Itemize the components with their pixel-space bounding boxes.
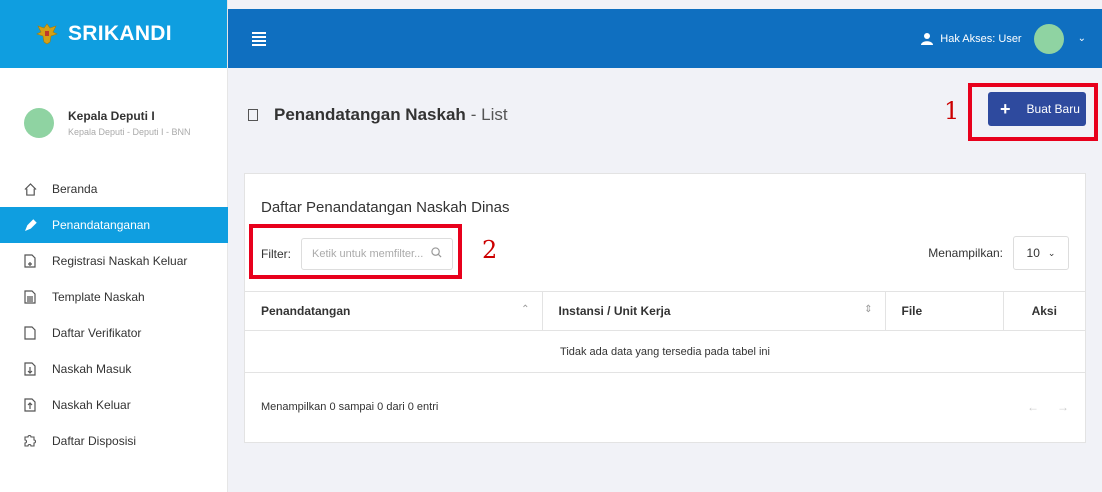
column-header-aksi: Aksi [1003,291,1085,331]
sidebar: SRIKANDI Kepala Deputi I Kepala Deputi -… [0,0,228,492]
hamburger-menu-icon[interactable] [252,31,266,46]
sidebar-item-label: Penandatanganan [52,218,151,232]
file-plus-icon [22,253,38,269]
garuda-emblem-icon [36,23,58,45]
sidebar-item-label: Daftar Verifikator [52,326,142,340]
prev-page-icon[interactable]: ← [1027,400,1039,414]
sidebar-item-penandatanganan[interactable]: Penandatanganan [0,207,228,243]
pen-icon [22,217,38,233]
next-page-icon[interactable]: → [1057,400,1069,414]
avatar [24,108,54,138]
page-title-main: Penandatangan Naskah [274,105,466,124]
chevron-down-icon[interactable]: ⌄ [1078,33,1086,44]
page-title: Penandatangan Naskah - List [248,105,508,125]
sort-asc-icon: ⌃ [521,304,530,315]
chevron-down-icon: ⌄ [1047,247,1056,258]
page-size-select[interactable]: 10 ⌄ [1013,236,1069,270]
top-navbar: Hak Akses: User ⌄ [228,9,1102,68]
annotation-number-2: 2 [482,236,498,264]
file-check-icon [22,325,38,341]
sidebar-item-label: Template Naskah [52,290,145,304]
sidebar-item-template-naskah[interactable]: Template Naskah [0,279,228,315]
annotation-number-1: 1 [944,97,960,125]
sidebar-item-registrasi-naskah-keluar[interactable]: Registrasi Naskah Keluar [0,243,228,279]
page-title-sub: - List [470,105,508,124]
file-out-icon [22,397,38,413]
sidebar-item-daftar-disposisi[interactable]: Daftar Disposisi [0,423,228,459]
sidebar-item-label: Registrasi Naskah Keluar [52,254,188,268]
page-doc-icon [248,109,258,121]
empty-table-message: Tidak ada data yang tersedia pada tabel … [245,330,1085,373]
sidebar-item-label: Daftar Disposisi [52,434,137,448]
file-in-icon [22,361,38,377]
page-size-row: Menampilkan: 10 ⌄ [928,236,1069,270]
sort-both-icon: ⇕ [864,304,873,315]
column-header-penandatangan[interactable]: Penandatangan ⌃ [245,291,543,331]
annotation-box-2 [249,224,462,279]
card-title: Daftar Penandatangan Naskah Dinas [261,199,510,216]
brand-name: SRIKANDI [68,22,172,45]
display-label: Menampilkan: [928,246,1003,260]
access-label: Hak Akses: User [940,32,1022,45]
sidebar-item-label: Naskah Masuk [52,362,132,376]
column-header-instansi[interactable]: Instansi / Unit Kerja ⇕ [542,291,886,331]
brand-header[interactable]: SRIKANDI [0,0,227,68]
annotation-box-1 [968,83,1098,141]
user-avatar[interactable] [1033,23,1064,54]
sidebar-menu: Beranda Penandatanganan Registrasi Naska… [0,171,228,459]
table-info: Menampilkan 0 sampai 0 dari 0 entri [261,401,439,413]
sidebar-item-naskah-keluar[interactable]: Naskah Keluar [0,387,228,423]
sidebar-item-label: Beranda [52,182,98,196]
user-icon [921,32,934,45]
column-header-file: File [885,291,1004,331]
table-row: Tidak ada data yang tersedia pada tabel … [245,330,1085,373]
home-icon [22,181,38,197]
document-table: Penandatangan ⌃ Instansi / Unit Kerja ⇕ Fi… [245,291,1085,373]
sidebar-item-beranda[interactable]: Beranda [0,171,228,207]
user-profile: Kepala Deputi I Kepala Deputi - Deputi I… [0,68,227,160]
sidebar-item-daftar-verifikator[interactable]: Daftar Verifikator [0,315,228,351]
sidebar-item-naskah-masuk[interactable]: Naskah Masuk [0,351,228,387]
sidebar-item-label: Naskah Keluar [52,398,131,412]
puzzle-icon [22,433,38,449]
page-size-value: 10 [1026,246,1040,260]
profile-role: Kepala Deputi - Deputi I - BNN [68,127,191,137]
profile-name: Kepala Deputi I [68,109,155,123]
pagination: ← → [1027,400,1069,414]
document-list-card: Daftar Penandatangan Naskah Dinas Filter… [244,173,1086,443]
document-icon [22,289,38,305]
